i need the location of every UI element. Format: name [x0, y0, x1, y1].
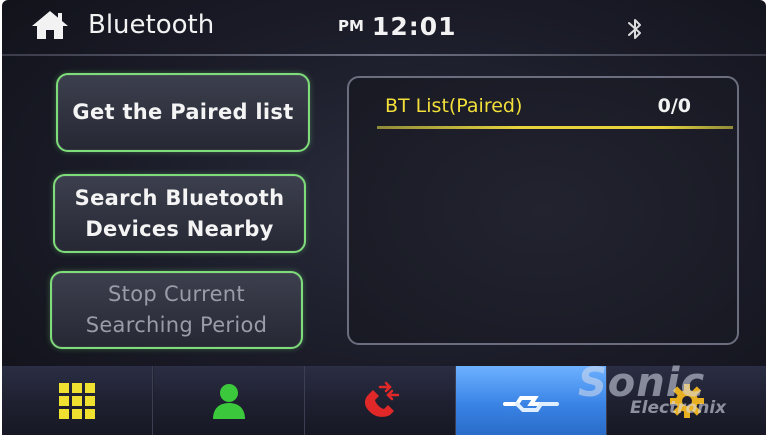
status-header: Bluetooth PM 12:01	[2, 0, 766, 54]
watermark-sub: Electronix	[630, 398, 727, 418]
paired-list-panel[interactable]: BT List(Paired) 0/0	[347, 76, 739, 345]
nav-tab-menu[interactable]	[2, 366, 153, 435]
list-divider	[377, 126, 733, 129]
search-devices-button[interactable]: Search Bluetooth Devices Nearby	[53, 174, 306, 253]
stop-searching-button[interactable]: Stop Current Searching Period	[50, 271, 303, 349]
bluetooth-icon	[628, 19, 641, 39]
nav-tab-call-log[interactable]	[305, 366, 456, 435]
watermark-logo: Sonic Electronix	[570, 360, 760, 430]
page-title: Bluetooth	[88, 10, 215, 40]
get-paired-list-button[interactable]: Get the Paired list	[56, 73, 310, 152]
clock-time: 12:01	[371, 12, 457, 41]
nav-tab-contacts[interactable]	[154, 366, 305, 435]
call-log-icon	[365, 381, 400, 417]
grid-icon	[59, 382, 95, 419]
clock-ampm: PM	[338, 17, 364, 35]
list-title: BT List(Paired)	[385, 95, 523, 117]
list-count: 0/0	[657, 95, 691, 117]
bluetooth-link-icon	[503, 395, 559, 412]
home-icon[interactable]	[30, 9, 70, 41]
head-unit-screen: Bluetooth PM 12:01 Get the Paired list Se…	[2, 0, 766, 435]
contact-icon	[213, 383, 245, 419]
header-divider	[2, 54, 766, 56]
clock: PM 12:01	[338, 12, 457, 41]
